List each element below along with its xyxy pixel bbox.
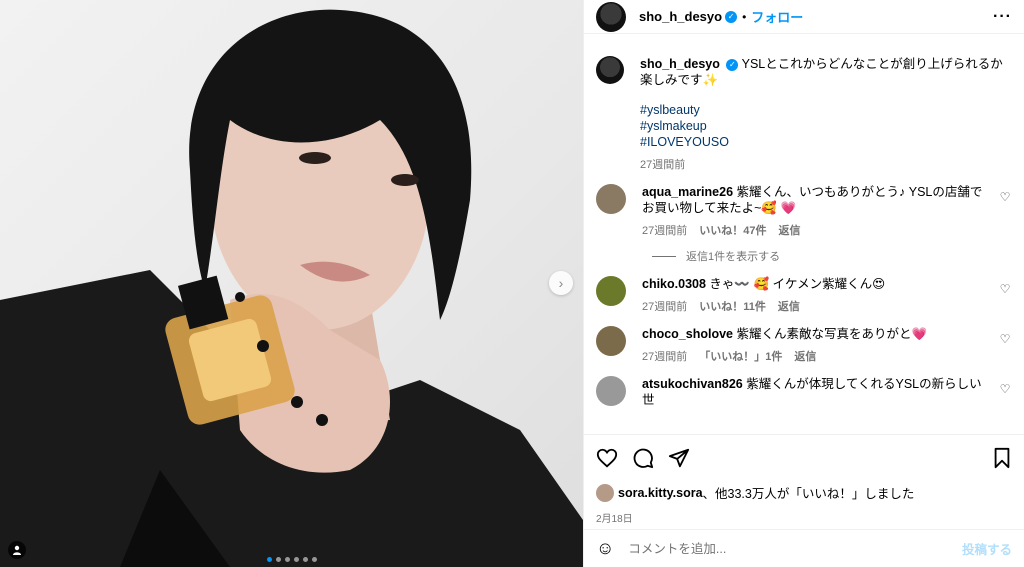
comment-like-icon[interactable]: ♡ (998, 190, 1012, 238)
carousel-dot (311, 557, 317, 562)
comment-text: 紫耀くん素敵な写真をありがと💗 (736, 327, 928, 341)
post-date[interactable]: 2月18日 (596, 510, 1012, 525)
comment-icon[interactable] (632, 447, 654, 469)
commenter-avatar[interactable] (596, 184, 626, 214)
carousel-dot (293, 557, 299, 562)
post-media[interactable]: › (0, 0, 583, 567)
post-side-panel: sho_h_desyo ✓ • フォロー ··· sho_h_desyo ✓ Y… (583, 0, 1024, 567)
carousel-dot (284, 557, 290, 562)
emoji-icon[interactable]: ☺ (596, 538, 614, 559)
hashtag-link[interactable]: #ILOVEYOUSO (640, 134, 1012, 150)
comments-list[interactable]: sho_h_desyo ✓ YSLとこれからどんなことが創り上げられるか楽しみで… (584, 44, 1024, 434)
next-slide-button[interactable]: › (549, 271, 573, 295)
comment-text: きゃ〰️ 🥰 イケメン紫耀くん😍 (709, 277, 886, 291)
post-comment-button[interactable]: 投稿する (962, 539, 1012, 558)
more-icon[interactable]: ··· (993, 8, 1012, 26)
hashtag-link[interactable]: #yslmakeup (640, 118, 1012, 134)
commenter-avatar[interactable] (596, 376, 626, 406)
verified-badge-icon: ✓ (726, 58, 739, 71)
chevron-right-icon: › (558, 275, 564, 291)
comment-like-icon[interactable]: ♡ (998, 332, 1012, 364)
liker-avatar[interactable] (596, 483, 614, 502)
hashtag-link[interactable]: #yslbeauty (640, 102, 1012, 118)
comment-item: choco_sholove 紫耀くん素敵な写真をありがと💗 27週間前 「いいね… (596, 326, 1012, 364)
caption-time: 27週間前 (640, 159, 686, 171)
liker-username[interactable]: sora.kitty.sora (618, 486, 703, 500)
comment-time: 27週間前 (642, 351, 688, 363)
comment-username[interactable]: chiko.0308 (642, 277, 706, 291)
post-actions: sora.kitty.sora 、他33.3万人が「いいね！」しました 2月18… (584, 434, 1024, 525)
carousel-dot (275, 557, 281, 562)
comment-likes[interactable]: 「いいね！」1件 (699, 348, 782, 364)
comment-item: chiko.0308 きゃ〰️ 🥰 イケメン紫耀くん😍 27週間前 いいね！11… (596, 276, 1012, 314)
header-separator: • (742, 9, 747, 24)
comment-username[interactable]: atsukochivan826 (642, 377, 743, 391)
comment-input[interactable] (628, 541, 962, 556)
comment-likes[interactable]: いいね！47件 (699, 222, 766, 238)
author-avatar[interactable] (596, 56, 624, 84)
comment-username[interactable]: choco_sholove (642, 327, 733, 341)
comment-username[interactable]: aqua_marine26 (642, 185, 733, 199)
user-tag-button[interactable] (8, 541, 26, 559)
heart-icon[interactable] (596, 447, 618, 469)
post-photo (0, 9, 583, 567)
comment-like-icon[interactable]: ♡ (998, 282, 1012, 314)
likes-summary: sora.kitty.sora 、他33.3万人が「いいね！」しました (596, 483, 1012, 502)
add-comment-bar: ☺ 投稿する (584, 529, 1024, 567)
comment-likes[interactable]: いいね！11件 (699, 298, 766, 314)
comment-time: 27週間前 (642, 301, 688, 313)
caption-username[interactable]: sho_h_desyo (640, 57, 720, 71)
instagram-post-modal: › sho_h_desyo ✓ • フォロー ··· sho_h_desyo ✓… (0, 0, 1024, 567)
view-replies-button[interactable]: 返信1件を表示する (652, 248, 1012, 264)
verified-badge-icon: ✓ (725, 10, 738, 23)
commenter-avatar[interactable] (596, 326, 626, 356)
bookmark-icon[interactable] (992, 447, 1012, 469)
user-tag-icon (13, 545, 21, 555)
comment-like-icon[interactable]: ♡ (998, 382, 1012, 408)
author-username[interactable]: sho_h_desyo (639, 9, 722, 24)
likes-text[interactable]: 、他33.3万人が「いいね！」しました (703, 483, 915, 502)
reply-button[interactable]: 返信 (778, 298, 800, 314)
author-avatar[interactable] (596, 1, 626, 32)
post-header: sho_h_desyo ✓ • フォロー ··· (584, 0, 1024, 34)
comment-item: aqua_marine26 紫耀くん、いつもありがとう♪ YSLの店舗でお買い物… (596, 184, 1012, 238)
post-caption: sho_h_desyo ✓ YSLとこれからどんなことが創り上げられるか楽しみで… (596, 56, 1012, 172)
reply-button[interactable]: 返信 (779, 222, 801, 238)
carousel-indicator (0, 557, 583, 562)
reply-button[interactable]: 返信 (794, 348, 816, 364)
share-icon[interactable] (668, 447, 690, 469)
carousel-dot (302, 557, 308, 562)
comment-time: 27週間前 (642, 225, 688, 237)
commenter-avatar[interactable] (596, 276, 626, 306)
follow-button[interactable]: フォロー (751, 7, 803, 26)
comment-item: atsukochivan826 紫耀くんが体現してくれるYSLの新らしい世 ♡ (596, 376, 1012, 408)
carousel-dot (266, 557, 272, 562)
view-replies-label: 返信1件を表示する (686, 251, 781, 263)
